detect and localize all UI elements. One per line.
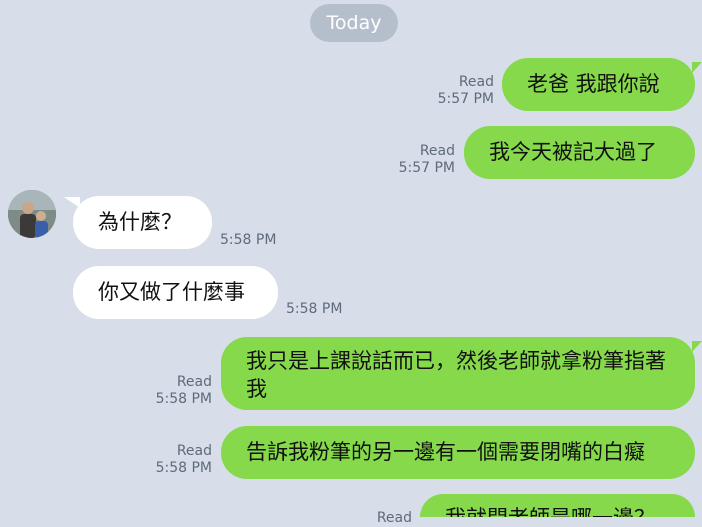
message-bubble-outgoing[interactable]: 告訴我粉筆的另一邊有一個需要閉嘴的白癡 <box>221 426 695 479</box>
bubble-tail <box>692 62 702 73</box>
message-text: 我就問老師是哪一邊？ <box>445 506 655 517</box>
message-status: Read 5:57 PM <box>438 74 494 108</box>
message-text: 告訴我粉筆的另一邊有一個需要閉嘴的白癡 <box>246 440 645 464</box>
read-receipt: Read <box>176 374 212 390</box>
read-receipt: Read <box>376 510 412 526</box>
message-time: 5:57 PM <box>398 160 455 176</box>
message-text: 我只是上課說話而已，然後老師就拿粉筆指著我 <box>246 349 666 401</box>
message-time: 5:57 PM <box>437 91 494 107</box>
bubble-tail <box>692 341 702 352</box>
message-text: 我今天被記大過了 <box>489 140 657 164</box>
message-text: 你又做了什麼事 <box>98 280 245 304</box>
message-time: 5:58 PM <box>286 301 343 317</box>
message-time: 5:58 PM <box>220 232 277 248</box>
read-receipt: Read <box>176 443 212 459</box>
message-bubble-outgoing[interactable]: 我今天被記大過了 <box>464 126 695 179</box>
message-status: Read 5:58 PM <box>156 374 212 408</box>
read-receipt: Read <box>458 74 494 90</box>
contact-photo-icon <box>8 190 56 238</box>
message-time: 5:58 PM <box>155 460 212 476</box>
message-bubble-incoming[interactable]: 你又做了什麼事 <box>73 266 278 319</box>
message-bubble-outgoing[interactable]: 老爸 我跟你說 <box>502 58 695 111</box>
message-bubble-outgoing[interactable]: 我只是上課說話而已，然後老師就拿粉筆指著我 <box>221 337 695 410</box>
message-bubble-outgoing[interactable]: 我就問老師是哪一邊？ <box>420 494 695 517</box>
message-status: Read 5:58 PM <box>156 443 212 477</box>
message-text: 為什麼？ <box>98 210 182 234</box>
message-status: Read 5:57 PM <box>399 143 455 177</box>
date-separator: Today <box>310 4 398 42</box>
message-bubble-incoming[interactable]: 為什麼？ <box>73 196 212 249</box>
read-receipt: Read <box>419 143 455 159</box>
message-status: Read <box>377 510 412 527</box>
message-text: 老爸 我跟你說 <box>527 72 660 96</box>
contact-avatar[interactable] <box>8 190 56 238</box>
message-time: 5:58 PM <box>155 391 212 407</box>
